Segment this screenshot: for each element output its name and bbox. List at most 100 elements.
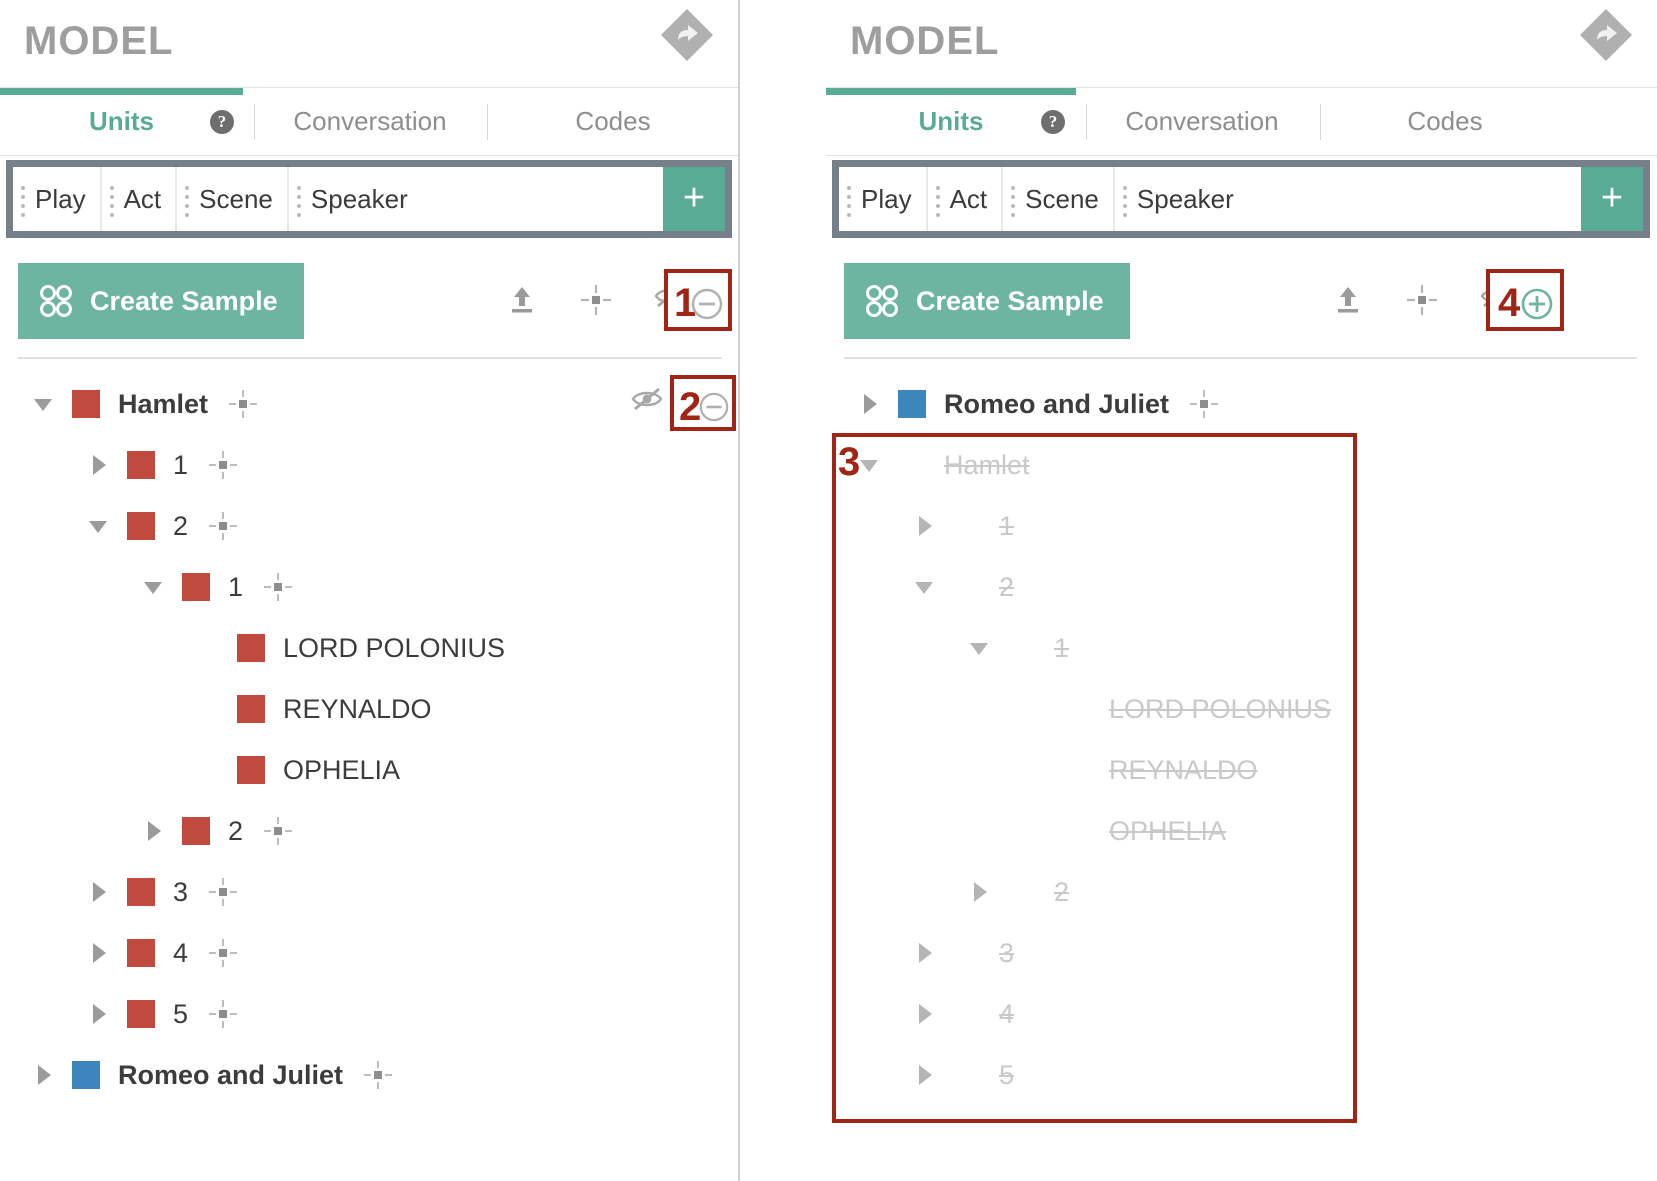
drag-handle-icon[interactable]	[110, 186, 114, 212]
color-swatch	[1063, 756, 1091, 784]
crosshair-target-icon[interactable]	[208, 450, 238, 480]
caret-right-icon[interactable]	[911, 940, 937, 966]
tab-codes[interactable]: Codes	[1332, 88, 1558, 155]
filter-chip-speaker[interactable]: Speaker	[1115, 167, 1581, 231]
tree-node[interactable]: 3	[826, 929, 1657, 977]
tab-conversation[interactable]: Conversation	[264, 88, 476, 155]
caret-right-icon[interactable]	[85, 940, 111, 966]
screenshot-root: MODEL Units ? Conversation Codes Play	[0, 0, 1657, 1181]
tree-node[interactable]: 2	[826, 563, 1657, 611]
drag-handle-icon[interactable]	[185, 186, 189, 212]
caret-right-icon[interactable]	[140, 818, 166, 844]
drag-handle-icon[interactable]	[21, 186, 25, 212]
tree-node[interactable]: REYNALDO	[826, 746, 1657, 794]
share-arrow-diamond-icon[interactable]	[1577, 6, 1635, 64]
caret-right-icon[interactable]	[85, 879, 111, 905]
crosshair-target-icon[interactable]	[208, 511, 238, 541]
tree-node[interactable]: OPHELIA	[0, 746, 738, 794]
caret-right-icon[interactable]	[966, 879, 992, 905]
filter-chip-play[interactable]: Play	[839, 167, 928, 231]
crosshair-target-icon[interactable]	[1189, 389, 1219, 419]
minus-circle-icon[interactable]	[690, 287, 724, 326]
crosshair-target-icon[interactable]	[208, 938, 238, 968]
add-filter-button[interactable]: +	[1581, 167, 1643, 231]
upload-icon[interactable]	[1331, 283, 1365, 317]
tree-node[interactable]: 3	[0, 868, 738, 916]
tree-node[interactable]: 1	[0, 441, 738, 489]
color-swatch	[953, 1061, 981, 1089]
drag-handle-icon[interactable]	[297, 186, 301, 212]
tree-node[interactable]: 2	[0, 502, 738, 550]
create-sample-button[interactable]: Create Sample	[18, 263, 304, 339]
caret-right-icon[interactable]	[30, 1062, 56, 1088]
caret-placeholder	[195, 757, 221, 783]
caret-down-icon[interactable]	[966, 635, 992, 661]
tree-node-label: REYNALDO	[1109, 755, 1258, 786]
caret-down-icon[interactable]	[140, 574, 166, 600]
color-swatch	[953, 573, 981, 601]
crosshair-target-icon[interactable]	[1405, 283, 1439, 317]
crosshair-target-icon[interactable]	[208, 877, 238, 907]
tree-node[interactable]: OPHELIA	[826, 807, 1657, 855]
caret-right-icon[interactable]	[911, 513, 937, 539]
tab-codes[interactable]: Codes	[500, 88, 726, 155]
tree-node-label: LORD POLONIUS	[1109, 694, 1331, 725]
tree-node[interactable]: 1	[0, 563, 738, 611]
caret-right-icon[interactable]	[856, 391, 882, 417]
tree-node[interactable]: 4	[0, 929, 738, 977]
filter-chip-play[interactable]: Play	[13, 167, 102, 231]
caret-down-icon[interactable]	[85, 513, 111, 539]
crosshair-target-icon[interactable]	[579, 283, 613, 317]
filter-chip-scene[interactable]: Scene	[177, 167, 289, 231]
caret-right-icon[interactable]	[911, 1062, 937, 1088]
drag-handle-icon[interactable]	[847, 186, 851, 212]
tree-node[interactable]: LORD POLONIUS	[826, 685, 1657, 733]
tree-node[interactable]: LORD POLONIUS	[0, 624, 738, 672]
tree-node[interactable]: Romeo and Juliet	[0, 1051, 738, 1099]
caret-right-icon[interactable]	[85, 452, 111, 478]
filter-chip-act[interactable]: Act	[102, 167, 178, 231]
tree-node[interactable]: 2	[826, 868, 1657, 916]
tree-node-label: OPHELIA	[283, 755, 400, 786]
upload-icon[interactable]	[505, 283, 539, 317]
caret-down-icon[interactable]	[911, 574, 937, 600]
filter-chip-scene[interactable]: Scene	[1003, 167, 1115, 231]
plus-circle-icon[interactable]	[1520, 287, 1554, 326]
caret-right-icon[interactable]	[85, 1001, 111, 1027]
crosshair-target-icon[interactable]	[363, 1060, 393, 1090]
help-icon[interactable]: ?	[1041, 110, 1065, 134]
add-filter-button[interactable]: +	[663, 167, 725, 231]
crosshair-target-icon[interactable]	[228, 389, 258, 419]
tree-node[interactable]: Hamlet	[826, 441, 1657, 489]
tab-units[interactable]: Units	[826, 88, 1076, 155]
tree-node[interactable]: 5	[0, 990, 738, 1038]
tab-units[interactable]: Units	[0, 88, 243, 155]
tab-conversation[interactable]: Conversation	[1096, 88, 1308, 155]
crosshair-target-icon[interactable]	[208, 999, 238, 1029]
tree-node[interactable]: 5	[826, 1051, 1657, 1099]
tree-node-label: 1	[999, 511, 1014, 542]
tree-node[interactable]: Hamlet	[0, 380, 738, 428]
caret-right-icon[interactable]	[911, 1001, 937, 1027]
filter-chip-act[interactable]: Act	[928, 167, 1004, 231]
tree-node[interactable]: Romeo and Juliet	[826, 380, 1657, 428]
tree-node[interactable]: 4	[826, 990, 1657, 1038]
action-row-left: Create Sample	[0, 263, 738, 363]
share-arrow-diamond-icon[interactable]	[658, 6, 716, 64]
tree-node[interactable]: 2	[0, 807, 738, 855]
help-icon[interactable]: ?	[210, 110, 234, 134]
drag-handle-icon[interactable]	[936, 186, 940, 212]
crosshair-target-icon[interactable]	[263, 572, 293, 602]
tree-node[interactable]: REYNALDO	[0, 685, 738, 733]
caret-down-icon[interactable]	[30, 391, 56, 417]
tree-node-label: 2	[228, 816, 243, 847]
filter-chip-speaker[interactable]: Speaker	[289, 167, 663, 231]
tree-node[interactable]: 1	[826, 624, 1657, 672]
drag-handle-icon[interactable]	[1011, 186, 1015, 212]
drag-handle-icon[interactable]	[1123, 186, 1127, 212]
create-sample-button[interactable]: Create Sample	[844, 263, 1130, 339]
crosshair-target-icon[interactable]	[263, 816, 293, 846]
filter-chip-bar-left: Play Act Scene Speaker +	[6, 160, 732, 238]
caret-placeholder	[1021, 757, 1047, 783]
tree-node[interactable]: 1	[826, 502, 1657, 550]
